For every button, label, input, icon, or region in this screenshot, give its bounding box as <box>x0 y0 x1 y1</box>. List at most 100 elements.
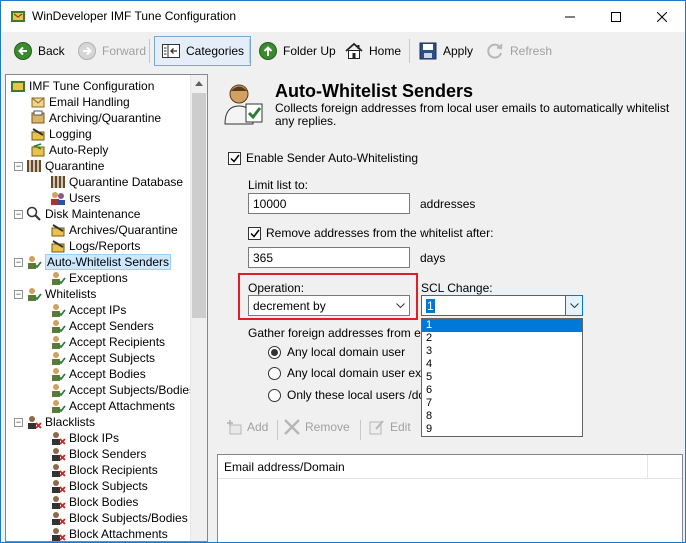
tree-item-accept-ips[interactable]: Accept IPs <box>50 302 126 318</box>
block-icon <box>50 430 66 446</box>
radio-any-local-user[interactable]: Any local domain user <box>268 345 405 359</box>
scl-option[interactable]: 9 <box>422 423 582 436</box>
radio-circle[interactable] <box>268 388 281 402</box>
home-button[interactable]: Home <box>338 36 407 66</box>
scroll-up-arrow[interactable] <box>191 75 207 92</box>
tree-item-auto-reply[interactable]: Auto-Reply <box>30 142 108 158</box>
remove-days-input[interactable]: 365 <box>248 247 410 268</box>
scl-option[interactable]: 6 <box>422 384 582 397</box>
tree-item-accept-recipients[interactable]: Accept Recipients <box>50 334 165 350</box>
tree-item-archiving-quarantine[interactable]: Archiving/Quarantine <box>30 110 161 126</box>
tree-item-email-handling[interactable]: Email Handling <box>30 94 130 110</box>
tree-item-label: Archiving/Quarantine <box>49 111 162 125</box>
tree-item-exceptions[interactable]: Exceptions <box>50 270 128 286</box>
scl-option[interactable]: 8 <box>422 410 582 423</box>
refresh-button[interactable]: Refresh <box>479 36 558 66</box>
back-label: Back <box>38 44 65 58</box>
operation-select[interactable]: decrement by <box>248 295 410 316</box>
folder-up-button[interactable]: Folder Up <box>252 36 342 66</box>
edit-button[interactable]: Edit <box>368 418 411 436</box>
tree-item-quarantine-database[interactable]: Quarantine Database <box>50 174 183 190</box>
forward-button[interactable]: Forward <box>71 36 152 66</box>
column-header-email[interactable]: Email address/Domain <box>218 455 648 479</box>
address-listview[interactable]: Email address/Domain <box>217 454 683 542</box>
scl-option[interactable]: 3 <box>422 345 582 358</box>
accept-icon <box>50 382 66 398</box>
minimize-button[interactable] <box>547 1 593 32</box>
tree-item-imf-tune-configuration[interactable]: IMF Tune Configuration <box>10 78 154 94</box>
chevron-down-icon <box>569 303 579 308</box>
tree-item-accept-senders[interactable]: Accept Senders <box>50 318 154 334</box>
categories-label: Categories <box>186 44 245 58</box>
tree-item-accept-subjects-bodies[interactable]: Accept Subjects/Bodies <box>50 382 195 398</box>
tree-item-archives-quarantine[interactable]: Archives/Quarantine <box>50 222 178 238</box>
radio-only-label: Only these local users /dom <box>287 388 436 402</box>
remove-button[interactable]: Remove <box>283 418 350 436</box>
enable-auto-whitelisting-checkbox[interactable]: Enable Sender Auto-Whitelisting <box>228 151 418 165</box>
tree-item-accept-subjects[interactable]: Accept Subjects <box>50 350 155 366</box>
apply-button[interactable]: Apply <box>412 36 479 66</box>
close-button[interactable] <box>639 1 685 32</box>
tree-item-block-senders[interactable]: Block Senders <box>50 446 146 462</box>
tree-item-block-subjects-bodies[interactable]: Block Subjects/Bodies <box>50 510 188 526</box>
scroll-thumb[interactable] <box>192 93 206 318</box>
tree-item-label: Block Subjects <box>69 479 148 493</box>
limit-unit: addresses <box>420 197 476 211</box>
scl-dropdown-list[interactable]: 1 2 3 4 5 6 7 8 9 <box>421 318 583 437</box>
radio-circle[interactable] <box>268 366 281 380</box>
categories-icon <box>162 44 180 58</box>
limit-input[interactable]: 10000 <box>248 193 410 214</box>
scl-option[interactable]: 7 <box>422 397 582 410</box>
tree-item-quarantine[interactable]: − Quarantine <box>14 158 104 174</box>
add-button[interactable]: Add <box>225 418 268 436</box>
auto-whitelist-header-icon <box>224 84 263 125</box>
tree-item-label: Logging <box>49 127 92 141</box>
collapse-toggle[interactable]: − <box>14 161 23 171</box>
tree-item-accept-bodies[interactable]: Accept Bodies <box>50 366 146 382</box>
checkmark-icon <box>249 229 260 238</box>
forward-label: Forward <box>102 44 147 58</box>
back-button[interactable]: Back <box>7 36 71 66</box>
tree-item-disk-maintenance[interactable]: − Disk Maintenance <box>14 206 140 222</box>
tree-item-accept-attachments[interactable]: Accept Attachments <box>50 398 175 414</box>
tree-item-label: Accept IPs <box>69 303 127 317</box>
scl-option[interactable]: 5 <box>422 371 582 384</box>
scl-change-select[interactable]: 1 <box>421 295 583 316</box>
tree-item-block-attachments[interactable]: Block Attachments <box>50 526 168 541</box>
tree-scrollbar[interactable] <box>190 75 207 541</box>
gather-label: Gather foreign addresses from ema <box>248 326 438 340</box>
scl-option[interactable]: 4 <box>422 358 582 371</box>
remove-x-icon <box>284 419 300 435</box>
maximize-button[interactable] <box>593 1 639 32</box>
tree-item-blacklists[interactable]: − Blacklists <box>14 414 95 430</box>
collapse-toggle[interactable]: − <box>14 289 23 299</box>
scl-option[interactable]: 1 <box>422 319 582 332</box>
collapse-toggle[interactable]: − <box>14 417 23 427</box>
scl-dropdown-button[interactable] <box>565 296 582 315</box>
checkbox-box[interactable] <box>228 151 241 165</box>
tree-item-block-bodies[interactable]: Block Bodies <box>50 494 138 510</box>
block-icon <box>50 478 66 494</box>
remove-addresses-checkbox[interactable]: Remove addresses from the whitelist afte… <box>248 226 493 240</box>
tree-item-whitelists[interactable]: − Whitelists <box>14 286 96 302</box>
checkbox-box[interactable] <box>248 226 261 240</box>
list-toolbar-separator <box>360 420 361 440</box>
tree-item-block-recipients[interactable]: Block Recipients <box>50 462 158 478</box>
tree-item-block-ips[interactable]: Block IPs <box>50 430 119 446</box>
categories-button[interactable]: Categories <box>154 36 252 66</box>
tree-item-logs-reports[interactable]: Logs/Reports <box>50 238 140 254</box>
tree-item-block-subjects[interactable]: Block Subjects <box>50 478 148 494</box>
category-tree[interactable]: IMF Tune Configuration Email Handling Ar… <box>5 74 208 542</box>
operation-dropdown-button[interactable] <box>392 296 409 315</box>
collapse-toggle[interactable]: − <box>14 209 23 219</box>
collapse-toggle[interactable]: − <box>14 257 23 267</box>
tree-item-users[interactable]: Users <box>50 190 100 206</box>
app-icon <box>11 11 25 22</box>
scl-option[interactable]: 2 <box>422 332 582 345</box>
radio-only-these-users[interactable]: Only these local users /dom <box>268 388 435 402</box>
radio-circle[interactable] <box>268 345 281 359</box>
radio-any-local-user-except[interactable]: Any local domain user exce <box>268 366 434 380</box>
accept-icon <box>50 350 66 366</box>
tree-item-auto-whitelist-senders[interactable]: − Auto-Whitelist Senders <box>14 254 172 270</box>
tree-item-logging[interactable]: Logging <box>30 126 92 142</box>
